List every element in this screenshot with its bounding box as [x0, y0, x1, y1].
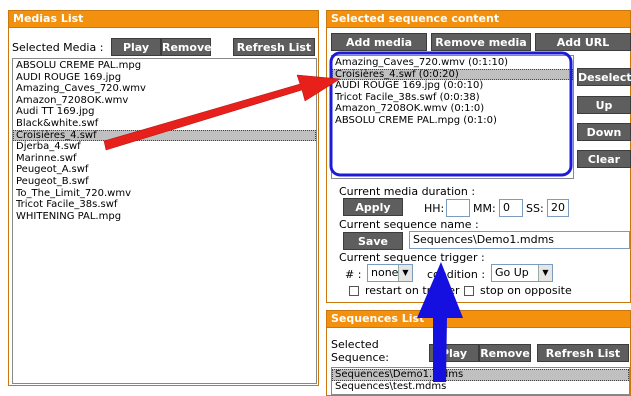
sequences-list[interactable]: Sequences\Demo1.mdms Sequences\test.mdms — [331, 367, 630, 395]
mm-label: MM: — [473, 202, 496, 215]
stop-checkbox[interactable] — [464, 286, 474, 296]
sequences-remove-button[interactable]: Remove — [479, 344, 531, 362]
list-item[interactable]: Sequences\test.mdms — [332, 381, 629, 393]
list-item[interactable]: Djerba_4.swf — [13, 141, 316, 153]
list-item[interactable]: ABSOLU CREME PAL.mpg (0:1:0) — [332, 115, 573, 127]
list-item[interactable]: Croisières_4.swf — [13, 129, 316, 142]
hh-label: HH: — [424, 202, 445, 215]
chevron-down-icon: ▼ — [398, 265, 412, 281]
remove-media-button[interactable]: Remove media — [431, 33, 531, 51]
list-item[interactable]: Peugeot_B.swf — [13, 176, 316, 188]
apply-button[interactable]: Apply — [343, 198, 403, 216]
add-media-button[interactable]: Add media — [331, 33, 427, 51]
sequence-panel: Selected sequence content Add media Remo… — [326, 10, 631, 303]
restart-label: restart on trigger — [365, 284, 460, 297]
list-item[interactable]: Amazing_Caves_720.wmv (0:1:10) — [332, 57, 573, 69]
list-item[interactable]: Tricot Facile_38s.swf — [13, 199, 316, 211]
up-button[interactable]: Up — [577, 96, 631, 114]
hash-label: # : — [345, 268, 362, 281]
restart-checkbox[interactable] — [349, 286, 359, 296]
sequence-name-input[interactable]: Sequences\Demo1.mdms — [409, 231, 630, 249]
medias-remove-button[interactable]: Remove — [161, 38, 212, 56]
sequences-panel: Sequences List Selected Sequence: Play R… — [326, 310, 631, 396]
medias-play-button[interactable]: Play — [111, 38, 161, 56]
media-list[interactable]: ABSOLU CREME PAL.mpg AUDI ROUGE 169.jpg Am… — [12, 58, 317, 384]
hash-select-value: none — [371, 266, 399, 279]
list-item[interactable]: Croisières_4.swf (0:0:20) — [332, 68, 573, 81]
medias-refresh-button[interactable]: Refresh List — [233, 38, 315, 56]
list-item[interactable]: WHITENING PAL.mpg — [13, 211, 316, 223]
list-item[interactable]: AUDI ROUGE 169.jpg (0:0:10) — [332, 80, 573, 92]
ss-input[interactable]: 20 — [547, 199, 569, 217]
stop-label: stop on opposite — [480, 284, 572, 297]
sequences-play-button[interactable]: Play — [429, 344, 479, 362]
trigger-label: Current sequence trigger : — [339, 251, 485, 264]
sequence-name-label: Current sequence name : — [339, 218, 479, 231]
condition-select[interactable]: Go Up ▼ — [491, 264, 553, 282]
list-item[interactable]: To_The_Limit_720.wmv — [13, 188, 316, 200]
duration-label: Current media duration : — [339, 185, 476, 198]
selected-sequence-label-1: Selected — [331, 338, 379, 351]
condition-select-value: Go Up — [495, 266, 529, 279]
add-url-button[interactable]: Add URL — [535, 33, 631, 51]
list-item[interactable]: AUDI ROUGE 169.jpg — [13, 72, 316, 84]
list-item[interactable]: Peugeot_A.swf — [13, 164, 316, 176]
medias-panel: Medias List Selected Media : Play Remove… — [8, 10, 319, 386]
list-item[interactable]: Black&white.swf — [13, 118, 316, 130]
list-item[interactable]: Tricot Facile_38s.swf (0:0:38) — [332, 92, 573, 104]
list-item[interactable]: Amazon_7208OK.wmv — [13, 95, 316, 107]
save-button[interactable]: Save — [343, 232, 403, 250]
list-item[interactable]: Amazon_7208OK.wmv (0:1:0) — [332, 103, 573, 115]
chevron-down-icon: ▼ — [538, 265, 552, 281]
selected-sequence-label-2: Sequence: — [331, 351, 389, 364]
sequences-refresh-button[interactable]: Refresh List — [537, 344, 629, 362]
list-item[interactable]: Amazing_Caves_720.wmv — [13, 83, 316, 95]
selected-media-label: Selected Media : — [12, 41, 104, 54]
list-item[interactable]: Marinne.swf — [13, 153, 316, 165]
condition-label: condition : — [427, 268, 486, 281]
list-item[interactable]: ABSOLU CREME PAL.mpg — [13, 60, 316, 72]
clear-button[interactable]: Clear — [577, 150, 631, 168]
ss-label: SS: — [526, 202, 544, 215]
mm-input[interactable]: 0 — [499, 199, 523, 217]
medias-panel-title: Medias List — [9, 11, 318, 28]
hh-input[interactable] — [446, 199, 470, 217]
hash-select[interactable]: none ▼ — [367, 264, 413, 282]
sequence-content-list[interactable]: Amazing_Caves_720.wmv (0:1:10) Croisières… — [331, 55, 574, 179]
deselect-button[interactable]: Deselect — [577, 68, 631, 86]
sequences-panel-title: Sequences List — [327, 311, 630, 328]
list-item[interactable]: Audi TT 169.jpg — [13, 106, 316, 118]
list-item[interactable]: Sequences\Demo1.mdms — [332, 369, 629, 381]
down-button[interactable]: Down — [577, 123, 631, 141]
sequence-panel-title: Selected sequence content — [327, 11, 630, 28]
